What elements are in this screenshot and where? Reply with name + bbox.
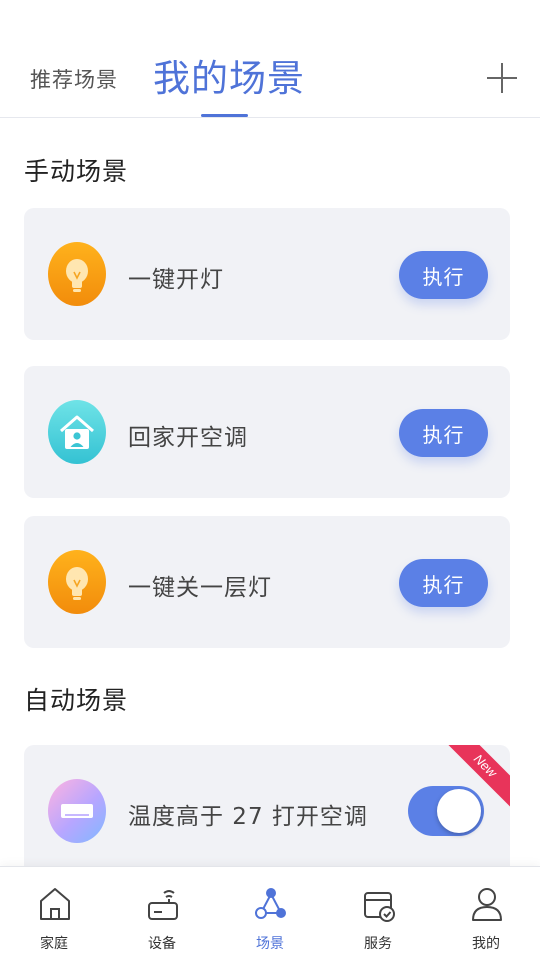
home-person-icon — [48, 400, 106, 464]
user-icon — [470, 885, 504, 923]
execute-button[interactable]: 执行 — [399, 251, 488, 299]
nav-label: 我的 — [472, 936, 500, 952]
manual-scenes-title: 手动场景 — [24, 157, 129, 186]
bottom-nav: 家庭 设备 场景 服务 我的 — [0, 866, 540, 960]
toggle-knob — [437, 789, 481, 833]
tab-recommended-scenes[interactable]: 推荐场景 — [30, 64, 118, 94]
scene-card[interactable]: 一键关一层灯 执行 — [24, 516, 510, 648]
nav-item-services[interactable]: 服务 — [324, 867, 432, 960]
scene-card[interactable]: 回家开空调 执行 — [24, 366, 510, 498]
auto-scenes-title: 自动场景 — [24, 686, 129, 715]
bulb-icon — [48, 550, 106, 614]
bulb-icon — [48, 242, 106, 306]
scene-enable-toggle[interactable] — [408, 786, 484, 836]
auto-scene-card[interactable]: 温度高于 27 打开空调 New — [24, 745, 510, 877]
nav-item-home[interactable]: 家庭 — [0, 867, 108, 960]
scene-label: 一键开灯 — [128, 267, 224, 293]
nav-item-devices[interactable]: 设备 — [108, 867, 216, 960]
scene-label: 一键关一层灯 — [128, 575, 272, 601]
nav-label: 场景 — [256, 936, 284, 952]
execute-button[interactable]: 执行 — [399, 559, 488, 607]
scene-nodes-icon — [254, 885, 288, 923]
router-icon — [146, 885, 180, 923]
scene-label: 回家开空调 — [128, 425, 248, 451]
scene-card[interactable]: 一键开灯 执行 — [24, 208, 510, 340]
plus-icon[interactable] — [486, 62, 518, 94]
execute-button[interactable]: 执行 — [399, 409, 488, 457]
header: 推荐场景 我的场景 — [0, 0, 540, 118]
air-conditioner-icon — [48, 779, 106, 843]
nav-label: 服务 — [364, 936, 392, 952]
tab-my-scenes[interactable]: 我的场景 — [153, 48, 305, 102]
nav-label: 家庭 — [40, 936, 68, 952]
house-icon — [38, 885, 72, 923]
nav-label: 设备 — [148, 936, 176, 952]
nav-item-scenes[interactable]: 场景 — [216, 867, 324, 960]
scene-label: 温度高于 27 打开空调 — [128, 804, 368, 830]
nav-item-mine[interactable]: 我的 — [432, 867, 540, 960]
active-tab-indicator — [201, 114, 248, 117]
service-box-icon — [362, 885, 396, 923]
